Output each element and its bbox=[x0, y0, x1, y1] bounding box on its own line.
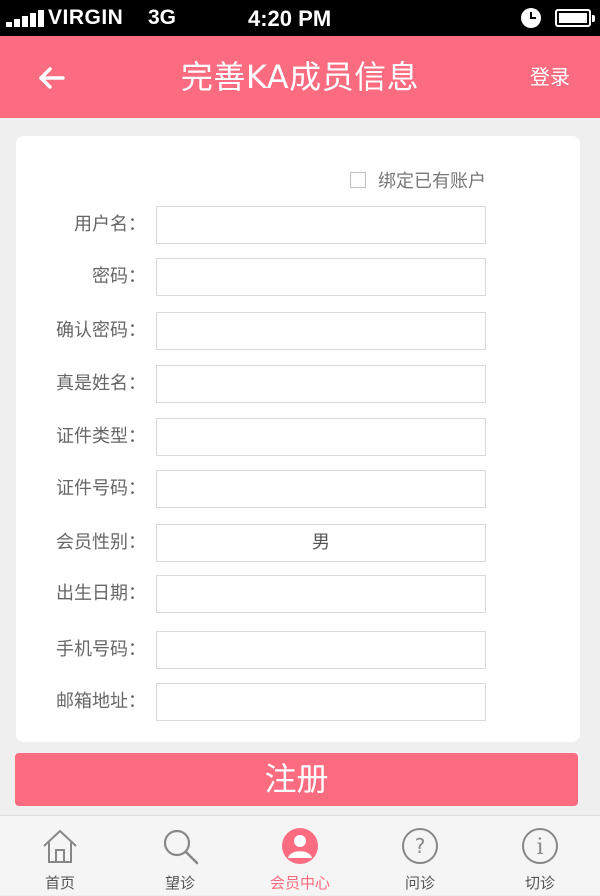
bind-account-label: 绑定已有账户 bbox=[378, 171, 486, 192]
bind-account-checkbox[interactable] bbox=[350, 172, 366, 188]
tab-observe[interactable]: 望诊 bbox=[120, 816, 240, 896]
tab-member-center-label: 会员中心 bbox=[269, 874, 330, 892]
id-number-input[interactable] bbox=[156, 470, 486, 508]
form-row-gender: 会员性别： 男 bbox=[16, 524, 580, 562]
bind-account-option[interactable]: 绑定已有账户 bbox=[350, 167, 486, 193]
gender-select[interactable]: 男 bbox=[156, 524, 486, 562]
id-number-label: 证件号码： bbox=[56, 478, 146, 499]
tab-bar: 首页 望诊 会员中心 ? 问诊 i 切诊 bbox=[0, 815, 600, 895]
password-input[interactable] bbox=[156, 258, 486, 296]
tab-home-label: 首页 bbox=[44, 874, 75, 892]
signal-strength-icon bbox=[6, 9, 46, 27]
tab-home[interactable]: 首页 bbox=[0, 816, 120, 896]
form-row-password: 密码： bbox=[16, 258, 580, 296]
register-button[interactable]: 注册 bbox=[15, 753, 578, 806]
search-icon bbox=[163, 829, 199, 865]
page-title: 完善KA成员信息 bbox=[180, 58, 420, 96]
username-input[interactable] bbox=[156, 206, 486, 244]
phone-input[interactable] bbox=[156, 631, 486, 669]
email-label: 邮箱地址： bbox=[56, 691, 146, 712]
id-type-input[interactable] bbox=[156, 418, 486, 456]
username-label: 用户名： bbox=[74, 214, 146, 235]
status-time: 4:20 PM bbox=[248, 6, 332, 31]
network-type: 3G bbox=[148, 6, 177, 29]
form-row-email: 邮箱地址： bbox=[16, 683, 580, 721]
nav-bar: 完善KA成员信息 登录 bbox=[0, 36, 600, 118]
home-icon bbox=[43, 829, 77, 863]
battery-icon bbox=[555, 9, 595, 27]
status-bar: VIRGIN 3G 4:20 PM bbox=[0, 0, 600, 36]
birth-date-input[interactable] bbox=[156, 575, 486, 613]
confirm-password-input[interactable] bbox=[156, 312, 486, 350]
id-type-label: 证件类型： bbox=[56, 426, 146, 447]
form-row-confirm-password: 确认密码： bbox=[16, 312, 580, 350]
phone-label: 手机号码： bbox=[56, 639, 146, 660]
birth-date-label: 出生日期： bbox=[56, 583, 146, 604]
user-icon bbox=[282, 828, 318, 864]
tab-member-center[interactable]: 会员中心 bbox=[240, 816, 360, 896]
form-row-phone: 手机号码： bbox=[16, 631, 580, 669]
login-link[interactable]: 登录 bbox=[530, 36, 570, 118]
info-icon: i bbox=[522, 828, 558, 864]
tab-palpation[interactable]: i 切诊 bbox=[480, 816, 600, 896]
tab-inquiry[interactable]: ? 问诊 bbox=[360, 816, 480, 896]
alarm-icon bbox=[521, 8, 541, 28]
form-row-id-type: 证件类型： bbox=[16, 418, 580, 456]
registration-form: 绑定已有账户 用户名： 密码： 确认密码： 真是姓名： 证件类型： 证件号码： … bbox=[16, 136, 580, 742]
confirm-password-label: 确认密码： bbox=[56, 320, 146, 341]
form-row-username: 用户名： bbox=[16, 206, 580, 244]
form-row-id-number: 证件号码： bbox=[16, 470, 580, 508]
real-name-input[interactable] bbox=[156, 365, 486, 403]
svg-text:i: i bbox=[536, 835, 543, 860]
question-icon: ? bbox=[402, 828, 438, 864]
email-input[interactable] bbox=[156, 683, 486, 721]
svg-text:?: ? bbox=[415, 834, 426, 858]
carrier-name: VIRGIN bbox=[48, 6, 124, 29]
tab-palpation-label: 切诊 bbox=[524, 874, 555, 892]
real-name-label: 真是姓名： bbox=[56, 373, 146, 394]
form-row-real-name: 真是姓名： bbox=[16, 365, 580, 403]
tab-observe-label: 望诊 bbox=[164, 874, 195, 892]
gender-label: 会员性别： bbox=[56, 532, 146, 553]
tab-inquiry-label: 问诊 bbox=[404, 874, 435, 892]
password-label: 密码： bbox=[92, 266, 146, 287]
form-row-birth-date: 出生日期： bbox=[16, 575, 580, 613]
